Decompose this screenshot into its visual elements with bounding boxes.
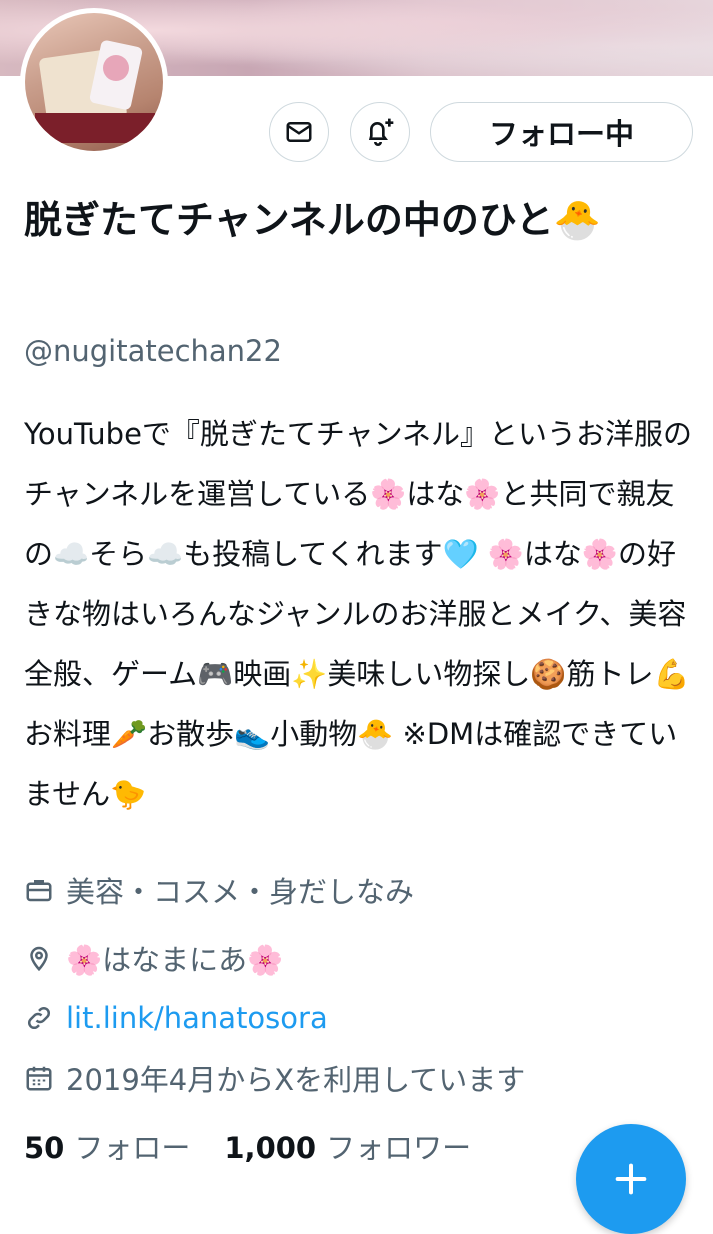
profile-bio: YouTubeで『脱ぎたてチャンネル』というお洋服のチャンネルを運営している🌸は… [24,417,693,811]
joined-row: 2019年4月からXを利用しています [24,1056,525,1100]
category-text: 美容・コスメ・身だしなみ [66,875,415,909]
message-button[interactable] [269,102,329,162]
avatar-image [25,13,163,151]
briefcase-icon [26,880,52,902]
location-text: 🌸はなまにあ🌸 [66,943,284,977]
location-row: 🌸はなまにあ🌸 [24,936,283,980]
following-count: 50 [24,1131,65,1165]
category-row: 美容・コスメ・身だしなみ [24,868,414,912]
notify-button[interactable] [350,102,410,162]
followers-count: 1,000 [224,1131,317,1165]
following-button[interactable]: フォロー中 [430,102,693,162]
pin-icon [30,946,48,972]
link-icon [27,1006,51,1030]
website-row: lit.link/hanatosora [24,996,328,1040]
compose-button[interactable] [576,1124,686,1234]
plus-icon [615,1163,647,1195]
profile-name: 脱ぎたてチャンネルの中のひと🐣 [24,198,602,242]
profile-handle: @nugitatechan22 [24,334,282,368]
following-label: フォロー [74,1131,191,1165]
followers-label: フォロワー [326,1131,472,1165]
website-link[interactable]: lit.link/hanatosora [66,1001,328,1035]
followers-link[interactable]: 1,000 フォロワー [224,1125,471,1167]
mail-icon [286,122,312,142]
avatar[interactable] [20,8,168,156]
calendar-icon [26,1066,52,1091]
bell-plus-icon [368,118,394,146]
follow-stats: 50 フォロー 1,000 フォロワー [24,1124,471,1168]
joined-text: 2019年4月からXを利用しています [66,1063,526,1097]
following-link[interactable]: 50 フォロー [24,1125,190,1167]
